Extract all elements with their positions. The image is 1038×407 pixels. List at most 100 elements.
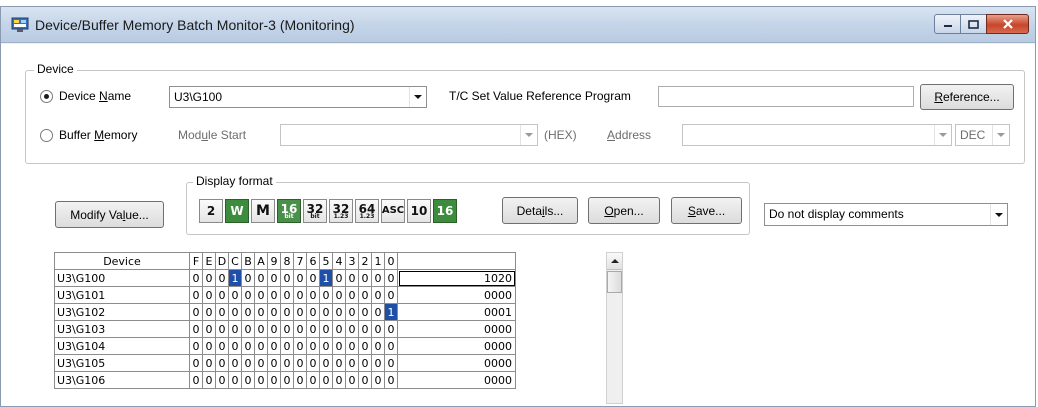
bit-cell[interactable]: 0 [319,303,333,321]
bit-cell[interactable]: 0 [358,354,372,372]
bit-cell[interactable]: 0 [280,337,294,355]
bit-cell[interactable]: 0 [241,354,255,372]
bit-cell[interactable]: 0 [358,337,372,355]
bit-cell[interactable]: 0 [215,286,229,304]
bit-cell[interactable]: 0 [189,303,203,321]
bit-cell[interactable]: 0 [267,337,281,355]
buffer-memory-radio[interactable] [40,129,53,142]
bit-cell[interactable]: 0 [371,371,385,389]
device-cell[interactable]: U3\G104 [54,337,190,355]
bit-cell[interactable]: 0 [267,303,281,321]
table-row[interactable]: U3\G106 0 0 0 0 0 0 0 0 0 0 0 0 0 0 0 0 0000 [54,371,516,389]
ascii-format-button[interactable]: ASC [381,199,405,223]
value-cell[interactable]: 0000 [397,354,516,372]
bit-cell[interactable]: 0 [371,337,385,355]
value-cell[interactable]: 0000 [397,320,516,338]
bit-cell[interactable]: 0 [345,269,359,287]
table-row[interactable]: U3\G104 0 0 0 0 0 0 0 0 0 0 0 0 0 0 0 0 0000 [54,337,516,355]
bit-cell[interactable]: 0 [189,320,203,338]
value-cell[interactable]: 0000 [397,371,516,389]
bit-cell[interactable]: 0 [189,371,203,389]
scroll-thumb[interactable] [607,271,622,293]
bit-cell[interactable]: 0 [319,320,333,338]
bit-cell[interactable]: 0 [332,354,346,372]
bit-cell[interactable]: 0 [332,371,346,389]
bit-cell[interactable]: 1 [228,269,242,287]
bit-cell[interactable]: 0 [241,303,255,321]
bit-cell[interactable]: 0 [202,320,216,338]
bit-cell[interactable]: 0 [306,354,320,372]
close-button[interactable] [986,14,1029,34]
device-cell[interactable]: U3\G106 [54,371,190,389]
bit-cell[interactable]: 0 [267,269,281,287]
bit-cell[interactable]: 0 [267,354,281,372]
bit-cell[interactable]: 0 [241,320,255,338]
bit-cell[interactable]: 0 [254,303,268,321]
bit-cell[interactable]: 0 [228,354,242,372]
bit-cell[interactable]: 0 [384,269,398,287]
bit-cell[interactable]: 0 [202,269,216,287]
bit-cell[interactable]: 0 [345,303,359,321]
bit-cell[interactable]: 0 [241,286,255,304]
bit-cell[interactable]: 0 [280,320,294,338]
bit-cell[interactable]: 0 [306,269,320,287]
bit-cell[interactable]: 0 [371,286,385,304]
table-row[interactable]: U3\G105 0 0 0 0 0 0 0 0 0 0 0 0 0 0 0 0 0000 [54,354,516,372]
bit-cell[interactable]: 0 [293,354,307,372]
bit-cell[interactable]: 0 [215,303,229,321]
bit-cell[interactable]: 0 [202,354,216,372]
address-combo[interactable] [682,124,952,146]
bit-cell[interactable]: 0 [254,337,268,355]
bit-cell[interactable]: 0 [332,269,346,287]
bit-cell[interactable]: 0 [371,320,385,338]
bit-cell[interactable]: 0 [215,371,229,389]
chevron-down-icon[interactable] [992,125,1009,145]
bit-cell[interactable]: 0 [228,337,242,355]
hex-format-button[interactable]: 16 [433,199,457,223]
bit-cell[interactable]: 0 [332,303,346,321]
chevron-down-icon[interactable] [409,87,426,107]
table-row[interactable]: U3\G103 0 0 0 0 0 0 0 0 0 0 0 0 0 0 0 0 0000 [54,320,516,338]
bit-cell[interactable]: 0 [215,320,229,338]
save-button[interactable]: Save... [671,197,742,224]
device-cell[interactable]: U3\G103 [54,320,190,338]
grid-scrollbar[interactable] [606,252,623,404]
bit-cell[interactable]: 0 [345,286,359,304]
table-row[interactable]: U3\G102 0 0 0 0 0 0 0 0 0 0 0 0 0 0 0 1 0001 [54,303,516,321]
bit-cell[interactable]: 0 [202,371,216,389]
bit-cell[interactable]: 0 [280,371,294,389]
real32-format-button[interactable]: 32 1.23 [329,199,353,223]
bit-cell[interactable]: 0 [345,354,359,372]
device-cell[interactable]: U3\G105 [54,354,190,372]
word-format-button[interactable]: W [225,199,249,223]
chevron-down-icon[interactable] [520,125,537,145]
chevron-down-icon[interactable] [990,204,1007,225]
bit-cell[interactable]: 0 [293,371,307,389]
bit-cell[interactable]: 0 [358,320,372,338]
bit-cell[interactable]: 0 [280,286,294,304]
bit-cell[interactable]: 0 [358,371,372,389]
chevron-down-icon[interactable] [934,125,951,145]
bit-cell[interactable]: 0 [189,286,203,304]
bit-cell[interactable]: 0 [384,371,398,389]
bit-cell[interactable]: 0 [280,269,294,287]
bit-cell[interactable]: 0 [228,371,242,389]
table-row[interactable]: U3\G100 0 0 0 1 0 0 0 0 0 0 1 0 0 0 0 0 1020 [54,269,516,287]
buffer-memory-label[interactable]: Buffer Memory [59,128,137,142]
bit-cell[interactable]: 0 [319,286,333,304]
bit-cell[interactable]: 0 [241,337,255,355]
bit-cell[interactable]: 0 [384,337,398,355]
bit-cell[interactable]: 0 [293,337,307,355]
bit-cell[interactable]: 0 [254,371,268,389]
title-bar[interactable]: Device/Buffer Memory Batch Monitor-3 (Mo… [1,7,1035,43]
bit-cell[interactable]: 0 [306,303,320,321]
value-cell[interactable]: 0001 [397,303,516,321]
bit-cell[interactable]: 0 [293,303,307,321]
bit-cell[interactable]: 1 [384,303,398,321]
bit-cell[interactable]: 0 [280,303,294,321]
bit-cell[interactable]: 0 [254,269,268,287]
maximize-button[interactable] [960,14,987,34]
bit-cell[interactable]: 0 [254,354,268,372]
bit-cell[interactable]: 0 [189,337,203,355]
bit-cell[interactable]: 0 [371,303,385,321]
